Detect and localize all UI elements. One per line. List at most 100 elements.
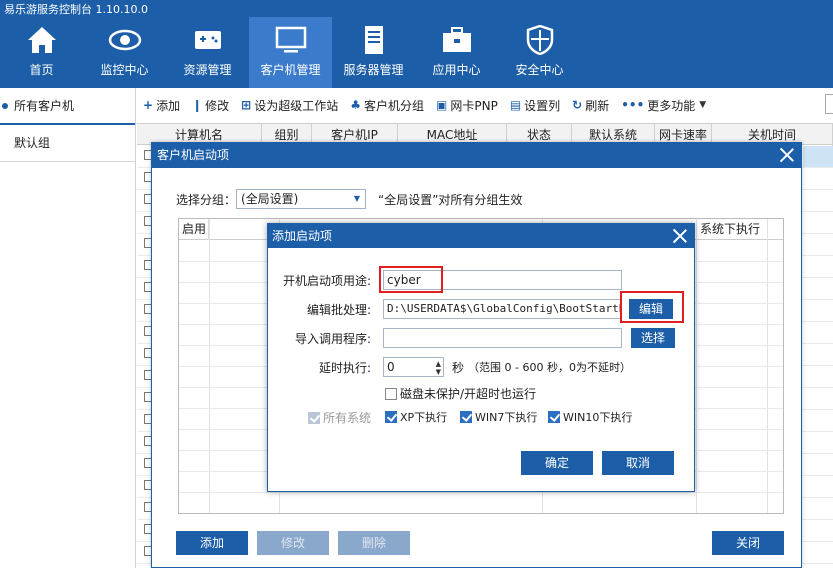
server-icon — [364, 26, 383, 54]
client-toolbar: + 添加 ❙ 修改 ⊞ 设为超级工作站 ♣ 客户机分组 ▣ 网卡PNP ▤ 设置列 ↻ 刷新 … — [137, 92, 833, 118]
nav-label: 安全中心 — [515, 63, 564, 77]
choose-program-button[interactable]: 选择 — [631, 328, 675, 348]
checkbox-label: WIN10下执行 — [563, 411, 633, 424]
win10-checkbox[interactable]: WIN10下执行 — [548, 409, 632, 425]
nav-monitor[interactable]: 监控中心 — [83, 17, 166, 88]
client-group-button[interactable]: ♣ 客户机分组 — [350, 97, 424, 114]
edit-client-button[interactable]: ❙ 修改 — [192, 97, 229, 114]
add-button[interactable]: 添加 — [176, 531, 248, 555]
delay-label: 延时执行: — [318, 361, 371, 375]
checkbox-box — [385, 411, 397, 423]
edit-icon: ❙ — [192, 98, 203, 112]
delay-note: （范围 0 - 600 秒，0为不延时） — [468, 361, 631, 374]
checkbox-box — [385, 387, 397, 400]
tool-label: 更多功能 — [647, 98, 696, 113]
group-select-value: (全局设置) — [241, 192, 299, 206]
win7-checkbox[interactable]: WIN7下执行 — [460, 409, 537, 425]
checkbox-label: 磁盘未保护/开超时也运行 — [400, 387, 537, 401]
close-button[interactable]: 关闭 — [712, 531, 784, 555]
plus-icon: + — [143, 98, 154, 112]
tool-label: 设置列 — [524, 98, 561, 113]
close-icon[interactable] — [779, 147, 795, 163]
tool-label: 刷新 — [585, 98, 610, 113]
search-box-edge[interactable] — [825, 94, 833, 114]
chevron-down-icon: ▼ — [353, 194, 360, 203]
ok-button[interactable]: 确定 — [521, 451, 593, 475]
tool-label: 网卡PNP — [450, 98, 498, 113]
nav-label: 资源管理 — [183, 63, 232, 77]
home-icon — [27, 27, 56, 53]
sidebar-item-all-clients[interactable]: 所有客户机 — [0, 88, 135, 125]
disk-unprotected-checkbox[interactable]: 磁盘未保护/开超时也运行 — [385, 385, 536, 402]
top-header: 易乐游服务控制台 1.10.10.0 首页 监控中心 资源管理 客户机管理 服务… — [0, 0, 833, 88]
chevron-down-icon: ▼ — [699, 100, 707, 110]
nav-app-center[interactable]: 应用中心 — [415, 17, 498, 88]
tool-label: 客户机分组 — [364, 98, 425, 113]
add-startup-item-dialog: 添加启动项 开机启动项用途: cyber 编辑批处理: D:\USERDATA$… — [267, 223, 695, 492]
cancel-button[interactable]: 取消 — [602, 451, 674, 475]
columns-icon: ▤ — [509, 98, 522, 112]
more-functions-button[interactable]: ••• 更多功能 ▼ — [621, 97, 706, 114]
chevron-up-icon[interactable]: ▲ — [436, 360, 441, 368]
nav-security-center[interactable]: 安全中心 — [498, 17, 581, 88]
checkbox-label: XP下执行 — [400, 411, 448, 424]
add-client-button[interactable]: + 添加 — [143, 97, 180, 114]
import-program-input[interactable] — [383, 328, 622, 348]
checkbox-box — [308, 411, 320, 424]
delay-value: 0 — [387, 360, 395, 374]
grid-line — [179, 492, 783, 493]
checkbox-label: WIN7下执行 — [475, 411, 538, 424]
nav-client-management[interactable]: 客户机管理 — [249, 17, 332, 88]
nav-server-management[interactable]: 服务器管理 — [332, 17, 415, 88]
sidebar-item-default-group[interactable]: 默认组 — [0, 125, 135, 162]
column-header-system-exec[interactable]: 系统下执行 — [700, 219, 760, 240]
app-title: 易乐游服务控制台 1.10.10.0 — [4, 3, 148, 16]
nav-label: 监控中心 — [100, 63, 149, 77]
refresh-button[interactable]: ↻ 刷新 — [572, 97, 609, 114]
column-header-enable[interactable]: 启用 — [179, 219, 209, 240]
all-systems-checkbox[interactable]: 所有系统 — [308, 409, 371, 426]
more-icon: ••• — [621, 98, 645, 112]
nav-label: 客户机管理 — [260, 63, 321, 77]
dialog-title-bar: 客户机启动项 — [152, 143, 801, 168]
highlight-box — [620, 291, 684, 323]
delete-button[interactable]: 删除 — [338, 531, 410, 555]
nav-label: 应用中心 — [432, 63, 481, 77]
group-select-label: 选择分组： — [176, 193, 237, 207]
nic-icon: ▣ — [436, 98, 448, 112]
group-note: “全局设置”对所有分组生效 — [378, 193, 523, 207]
chevron-down-icon[interactable]: ▼ — [436, 368, 441, 376]
monitor-icon — [275, 26, 306, 53]
purpose-label: 开机启动项用途: — [282, 274, 371, 288]
nav-home[interactable]: 首页 — [0, 17, 83, 88]
nic-pnp-button[interactable]: ▣ 网卡PNP — [436, 97, 498, 114]
highlight-box — [379, 266, 443, 293]
workstation-icon: ⊞ — [241, 98, 252, 112]
dialog-title: 客户机启动项 — [157, 148, 230, 162]
delay-stepper[interactable]: 0 ▲ ▼ — [383, 357, 444, 377]
nav-label: 服务器管理 — [343, 63, 404, 77]
shield-icon — [526, 25, 553, 55]
close-icon[interactable] — [672, 228, 688, 244]
xp-checkbox[interactable]: XP下执行 — [385, 409, 447, 425]
toolbox-icon — [442, 27, 471, 52]
group-icon: ♣ — [350, 98, 361, 112]
nav-resources[interactable]: 资源管理 — [166, 17, 249, 88]
super-workstation-button[interactable]: ⊞ 设为超级工作站 — [241, 97, 338, 114]
edit-button[interactable]: 修改 — [257, 531, 329, 555]
refresh-icon: ↻ — [572, 98, 583, 112]
batch-path-input[interactable]: D:\USERDATA$\GlobalConfig\BootStartBat\c… — [383, 299, 622, 319]
tool-label: 设为超级工作站 — [254, 98, 339, 113]
nav-label: 首页 — [29, 63, 54, 77]
checkbox-box — [460, 411, 472, 423]
main-nav: 首页 监控中心 资源管理 客户机管理 服务器管理 应用中心 安全中心 — [0, 17, 581, 88]
tool-label: 添加 — [156, 98, 181, 113]
set-columns-button[interactable]: ▤ 设置列 — [510, 97, 560, 114]
delay-unit: 秒 — [452, 361, 465, 375]
import-label: 导入调用程序: — [294, 332, 371, 346]
dialog-title-bar: 添加启动项 — [268, 224, 694, 248]
group-select[interactable]: (全局设置) ▼ — [236, 189, 366, 209]
eye-icon — [108, 29, 141, 51]
checkbox-label: 所有系统 — [323, 411, 372, 425]
checkbox-box — [548, 411, 560, 423]
